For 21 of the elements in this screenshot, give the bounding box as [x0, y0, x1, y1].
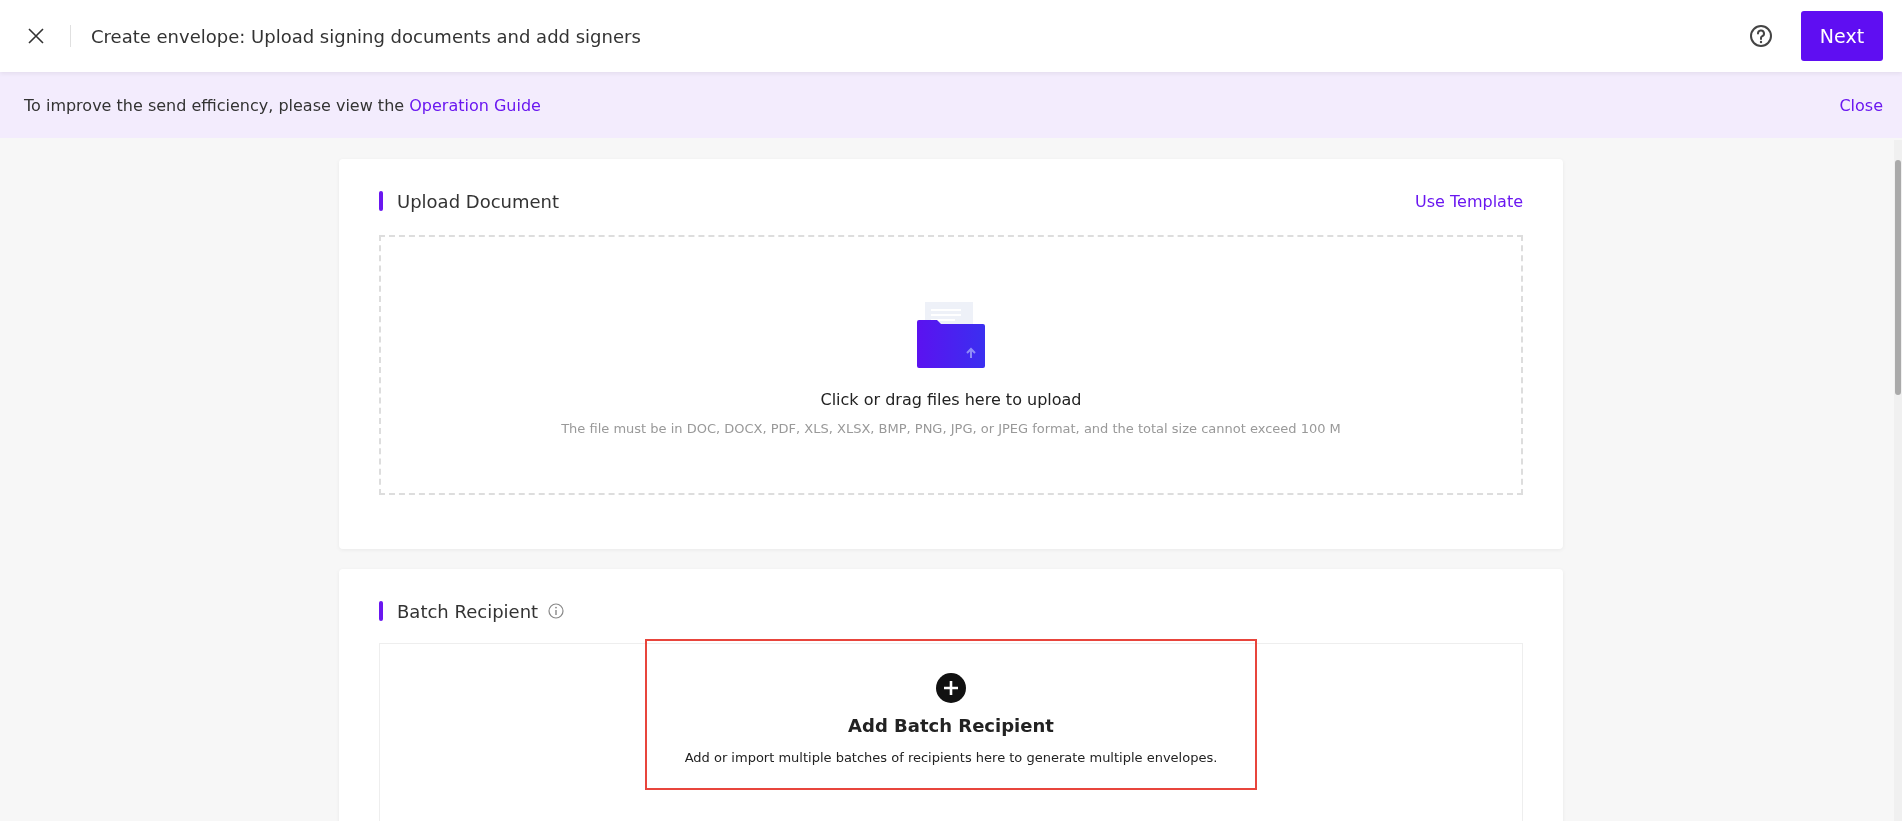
section-title: Batch Recipient: [397, 600, 539, 622]
section-marker: [379, 601, 383, 621]
add-batch-description: Add or import multiple batches of recipients here to generate multiple envelopes.: [684, 750, 1218, 765]
scrollbar[interactable]: [1894, 140, 1902, 821]
banner-close-link[interactable]: Close: [1839, 95, 1883, 115]
folder-upload-icon: [917, 302, 985, 368]
section-title: Upload Document: [397, 190, 560, 212]
add-batch-recipient-area[interactable]: Add Batch Recipient Add or import multiple batches of recipients here to generate multiple envelopes.: [645, 639, 1257, 790]
help-icon[interactable]: [1749, 24, 1773, 48]
next-button[interactable]: Next: [1801, 11, 1883, 61]
section-marker: [379, 191, 383, 211]
operation-guide-link[interactable]: Operation Guide: [409, 95, 541, 115]
upload-hint: The file must be in DOC, DOCX, PDF, XLS, XLSX, BMP, PNG, JPG, or JPEG format, and the total size cannot exceed 100 M: [561, 421, 1341, 436]
info-icon: [548, 603, 565, 619]
banner-text: To improve the send efficiency, please view the Operation Guide: [24, 95, 541, 115]
upload-prompt: Click or drag files here to upload: [820, 390, 1082, 409]
use-template-link[interactable]: Use Template: [1415, 191, 1523, 211]
plus-icon: [936, 673, 966, 703]
upload-dropzone[interactable]: Click or drag files here to upload The file must be in DOC, DOCX, PDF, XLS, XLSX, BMP, PNG, JPG, or JPEG format, and the total size cannot exceed 100 M: [379, 235, 1523, 495]
page-title: Create envelope: Upload signing documents and add signers: [91, 25, 641, 47]
add-batch-title: Add Batch Recipient: [848, 715, 1054, 736]
